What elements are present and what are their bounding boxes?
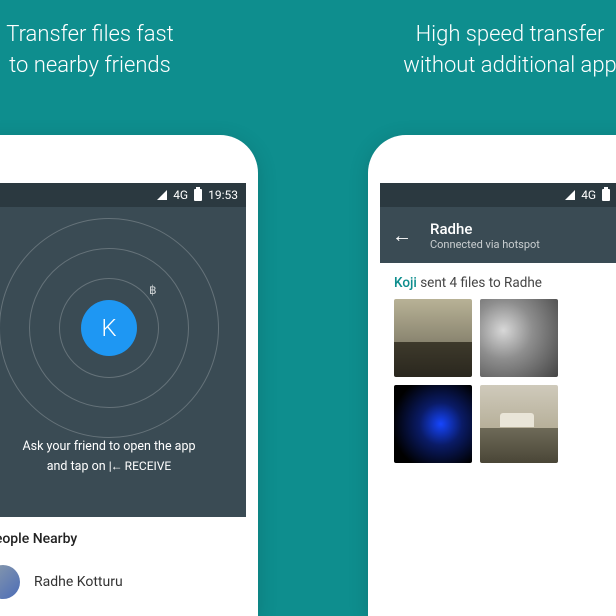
signal-icon [565, 190, 575, 200]
phone-mockup-right: 4G 19:53 ← Radhe Connected via hotspot K… [368, 135, 616, 616]
signal-icon [157, 190, 167, 200]
file-thumbnail-grid [380, 299, 616, 463]
promo-left-line2: to nearby friends [9, 53, 171, 78]
battery-icon [602, 189, 610, 201]
sender-name: Koji [394, 275, 417, 291]
promo-headline-left: Transfer files fast to nearby friends [0, 20, 200, 82]
status-bar: 4G 19:53 [0, 183, 246, 207]
receive-chip: |← RECEIVE [109, 457, 172, 475]
promo-right-line2: without additional app [403, 53, 616, 78]
sent-mid: sent 4 files to [417, 275, 504, 291]
phone-mockup-left: 4G 19:53 K ฿ Ask your friend to open the… [0, 135, 258, 616]
promo-right-line1: High speed transfer [416, 22, 605, 47]
transfer-summary: Koji sent 4 files to Radhe [380, 263, 616, 299]
status-bar: 4G 19:53 [380, 183, 616, 207]
network-type: 4G [581, 188, 596, 202]
network-type: 4G [173, 188, 188, 202]
nearby-avatar [0, 565, 20, 599]
nearby-name: Radhe Kotturu [34, 574, 123, 590]
battery-icon [194, 189, 202, 201]
clock: 19:53 [208, 188, 238, 202]
file-thumbnail[interactable] [480, 299, 558, 377]
file-thumbnail[interactable] [480, 385, 558, 463]
file-thumbnail[interactable] [394, 385, 472, 463]
section-heading-nearby: People Nearby [0, 517, 246, 555]
back-icon[interactable]: ← [392, 223, 412, 248]
file-thumbnail[interactable] [394, 299, 472, 377]
app-bar: ← Radhe Connected via hotspot [380, 207, 616, 263]
instruction-line2-prefix: and tap on [47, 459, 106, 474]
promo-headline-right: High speed transfer without additional a… [380, 20, 616, 82]
appbar-title: Radhe [430, 220, 540, 238]
bluetooth-icon: ฿ [149, 283, 157, 297]
sent-target: Radhe [504, 275, 542, 291]
appbar-subtitle: Connected via hotspot [430, 238, 540, 251]
promo-left-line1: Transfer files fast [6, 22, 174, 47]
radar-rings: K ฿ [0, 228, 219, 448]
self-avatar: K [81, 300, 137, 356]
self-avatar-initial: K [101, 314, 116, 342]
receive-label: RECEIVE [125, 459, 172, 473]
receive-arrow-icon: |← [109, 459, 122, 473]
radar-panel: K ฿ Ask your friend to open the app and … [0, 207, 246, 517]
nearby-item[interactable]: Radhe Kotturu [0, 555, 246, 609]
